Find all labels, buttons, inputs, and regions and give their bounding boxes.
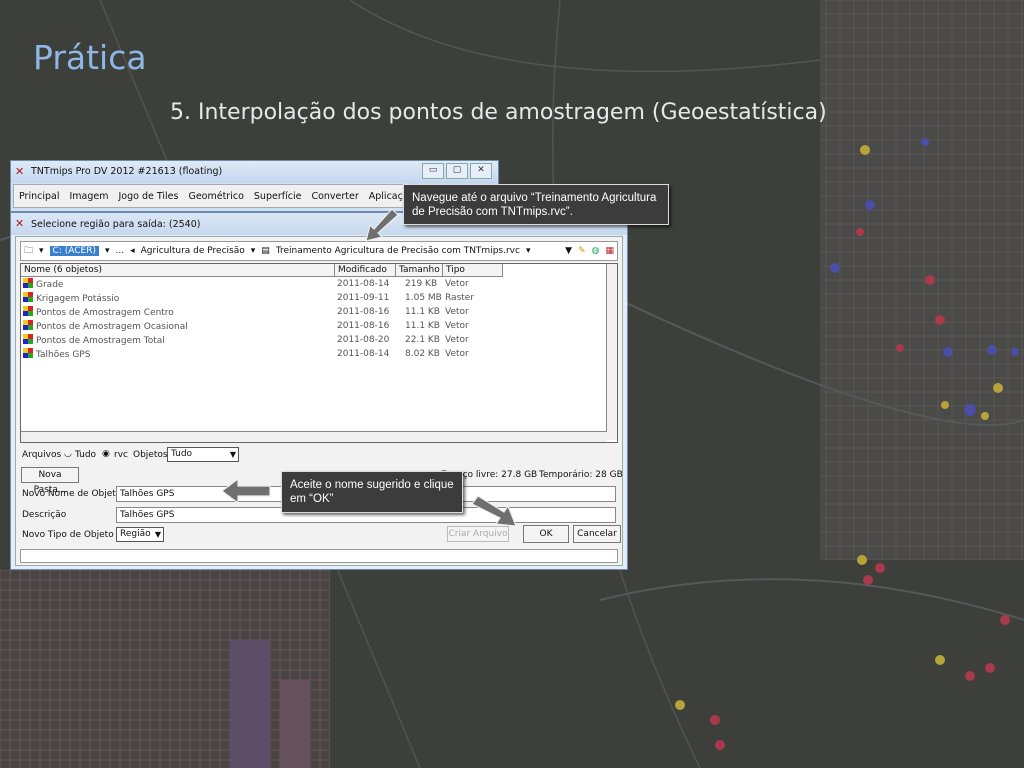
row-size: 219 KB xyxy=(405,279,438,289)
row-type: Vetor xyxy=(445,307,469,317)
column-size-header[interactable]: Tamanho xyxy=(396,264,443,277)
column-name-header[interactable]: Nome (6 objetos) xyxy=(21,264,335,277)
radio-all[interactable]: ◡ xyxy=(64,449,72,459)
column-modified-header[interactable]: Modificado xyxy=(335,264,396,277)
vector-object-icon xyxy=(23,320,33,330)
tntmips-window-title: TNTmips Pro DV 2012 #21613 (floating) xyxy=(31,166,223,177)
row-name: Pontos de Amostragem Centro xyxy=(36,308,174,318)
tntmips-titlebar[interactable]: ✕ TNTmips Pro DV 2012 #21613 (floating) … xyxy=(11,161,498,183)
vector-object-icon xyxy=(23,348,33,358)
objects-label: Objetos xyxy=(133,450,168,460)
row-type: Vetor xyxy=(445,335,469,345)
path-dropdown-icon[interactable]: ▾ xyxy=(39,246,44,256)
row-name: Talhões GPS xyxy=(36,350,91,360)
row-name: Pontos de Amostragem Ocasional xyxy=(36,322,188,332)
table-row[interactable]: Pontos de Amostragem Ocasional 2011-08-1… xyxy=(21,320,611,333)
path-history-dropdown-icon[interactable]: ▼ xyxy=(565,246,572,256)
path-chevron-icon[interactable]: ▾ xyxy=(251,246,256,256)
pencil-icon[interactable]: ✎ xyxy=(578,246,586,256)
slide-subtitle: 5. Interpolação dos pontos de amostragem… xyxy=(170,100,827,125)
menu-principal[interactable]: Principal xyxy=(14,191,64,202)
row-name: Grade xyxy=(36,280,64,290)
column-type-header[interactable]: Tipo xyxy=(443,264,503,277)
row-size: 8.02 KB xyxy=(405,349,440,359)
row-size: 11.1 KB xyxy=(405,307,440,317)
close-button[interactable]: ✕ xyxy=(470,163,492,179)
select-region-dialog: ✕ Selecione região para saída: (2540) 🗀 … xyxy=(10,212,628,570)
dialog-body: 🗀 ▾ C: (ACER) ▾ ... ◂ Agricultura de Pre… xyxy=(15,236,623,566)
path-bar: 🗀 ▾ C: (ACER) ▾ ... ◂ Agricultura de Pre… xyxy=(20,241,618,261)
ok-button[interactable]: OK xyxy=(523,525,569,543)
temporary-space-text: Temporário: 28 GB xyxy=(539,470,623,480)
status-bar xyxy=(20,549,618,563)
vector-object-icon xyxy=(23,334,33,344)
cancel-button[interactable]: Cancelar xyxy=(573,525,621,543)
row-modified: 2011-08-14 xyxy=(337,349,390,359)
object-type-label: Novo Tipo de Objeto xyxy=(22,530,114,540)
menu-jogo-de-tiles[interactable]: Jogo de Tiles xyxy=(114,191,184,202)
path-back-icon[interactable]: ◂ xyxy=(130,246,135,256)
callout-arrow-icon xyxy=(221,477,271,505)
row-type: Vetor xyxy=(445,349,469,359)
object-type-select[interactable]: Região xyxy=(116,527,164,542)
path-chevron-icon[interactable]: ▾ xyxy=(526,246,531,256)
path-file[interactable]: Treinamento Agricultura de Precisão com … xyxy=(276,246,520,256)
row-modified: 2011-08-20 xyxy=(337,335,390,345)
table-row[interactable]: Grade 2011-08-14 219 KB Vetor xyxy=(21,278,611,291)
navigate-callout: Navegue até o arquivo “Treinamento Agric… xyxy=(403,184,669,225)
row-modified: 2011-09-11 xyxy=(337,293,390,303)
menu-geometrico[interactable]: Geométrico xyxy=(183,191,248,202)
row-size: 11.1 KB xyxy=(405,321,440,331)
radio-rvc-label: rvc xyxy=(114,450,128,460)
vector-object-icon xyxy=(23,278,33,288)
object-name-label: Novo Nome de Objeto xyxy=(22,489,122,499)
row-name: Krigagem Potássio xyxy=(36,294,120,304)
path-folder[interactable]: Agricultura de Precisão xyxy=(141,246,245,256)
row-type: Vetor xyxy=(445,321,469,331)
row-modified: 2011-08-16 xyxy=(337,321,390,331)
file-icon: ▤ xyxy=(261,246,270,256)
table-row[interactable]: Pontos de Amostragem Centro 2011-08-16 1… xyxy=(21,306,611,319)
table-row[interactable]: Talhões GPS 2011-08-14 8.02 KB Vetor xyxy=(21,348,611,361)
callout-arrow-icon xyxy=(365,208,399,242)
table-row[interactable]: Pontos de Amostragem Total 2011-08-20 22… xyxy=(21,334,611,347)
path-chevron-icon[interactable]: ▾ xyxy=(105,246,110,256)
radio-rvc[interactable]: ◉ xyxy=(102,449,110,459)
row-type: Raster xyxy=(445,293,475,303)
file-list[interactable]: Nome (6 objetos) Modificado Tamanho Tipo… xyxy=(20,263,618,443)
menu-superficie[interactable]: Superfície xyxy=(249,191,307,202)
folder-icon[interactable]: 🗀 xyxy=(24,243,33,259)
callout-arrow-icon xyxy=(471,495,517,527)
horizontal-scrollbar[interactable] xyxy=(21,431,607,442)
maximize-button[interactable]: ▢ xyxy=(446,163,468,179)
row-size: 1.05 MB xyxy=(405,293,442,303)
slide-title: Prática xyxy=(33,38,147,77)
row-size: 22.1 KB xyxy=(405,335,440,345)
tntmips-logo-icon: ✕ xyxy=(15,165,25,178)
row-modified: 2011-08-16 xyxy=(337,307,390,317)
globe-icon[interactable]: ◍ xyxy=(592,246,600,256)
dialog-logo-icon: ✕ xyxy=(15,217,25,230)
row-type: Vetor xyxy=(445,279,469,289)
description-label: Descrição xyxy=(22,510,67,520)
radio-all-label: Tudo xyxy=(75,450,97,460)
accept-callout: Aceite o nome sugerido e clique em “OK” xyxy=(281,471,463,513)
new-folder-button[interactable]: Nova Pasta... xyxy=(21,467,79,495)
raster-object-icon xyxy=(23,292,33,302)
menu-converter[interactable]: Converter xyxy=(306,191,363,202)
menu-imagem[interactable]: Imagem xyxy=(64,191,113,202)
minimize-button[interactable]: ▭ xyxy=(422,163,444,179)
row-name: Pontos de Amostragem Total xyxy=(36,336,165,346)
dialog-title: Selecione região para saída: (2540) xyxy=(31,219,201,230)
vertical-scrollbar[interactable] xyxy=(606,264,617,440)
path-ellipsis[interactable]: ... xyxy=(116,246,125,256)
row-modified: 2011-08-14 xyxy=(337,279,390,289)
objects-select[interactable]: Tudo xyxy=(167,447,239,462)
table-row[interactable]: Krigagem Potássio 2011-09-11 1.05 MB Ras… xyxy=(21,292,611,305)
path-drive[interactable]: C: (ACER) xyxy=(49,246,99,256)
grid-icon[interactable]: ▦ xyxy=(605,246,614,256)
vector-object-icon xyxy=(23,306,33,316)
files-label: Arquivos xyxy=(22,450,62,460)
